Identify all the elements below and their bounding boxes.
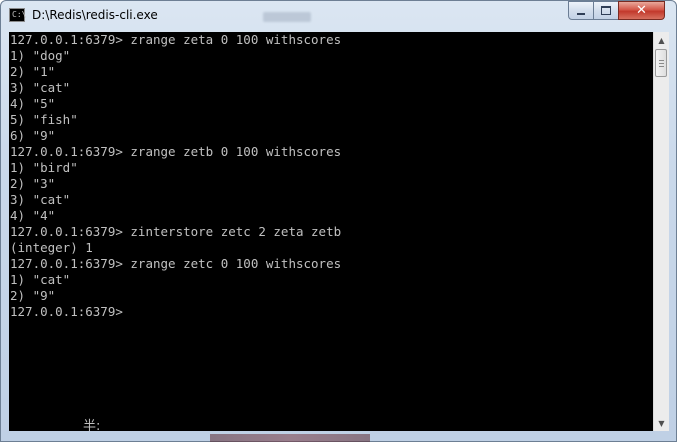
close-icon: ✕ <box>636 3 647 18</box>
console-line: 4) "4" <box>10 208 56 223</box>
minimize-icon <box>577 12 585 15</box>
console-line: 3) "cat" <box>10 192 71 207</box>
scrollbar-grip-icon <box>659 60 664 61</box>
console-line: 127.0.0.1:6379> zrange zetb 0 100 withsc… <box>10 144 342 159</box>
chevron-down-icon: ▼ <box>658 418 665 428</box>
console-prompt-line[interactable]: 127.0.0.1:6379> <box>9 304 653 320</box>
console-line: 1) "cat" <box>10 272 71 287</box>
title-bar[interactable]: C:\ D:\Redis\redis-cli.exe ✕ <box>1 1 676 31</box>
taskbar-peek <box>210 434 370 442</box>
console-line: 1) "dog" <box>10 48 71 63</box>
vertical-scrollbar[interactable]: ▲ ▼ <box>653 32 669 431</box>
minimize-button[interactable] <box>568 1 594 20</box>
scrollbar-grip-icon <box>659 66 664 67</box>
console-line: 2) "3" <box>10 176 56 191</box>
close-button[interactable]: ✕ <box>618 1 665 20</box>
scrollbar-thumb[interactable] <box>655 49 667 77</box>
console-app-icon[interactable]: C:\ <box>9 8 27 22</box>
scroll-up-button[interactable]: ▲ <box>654 32 669 48</box>
window-title: D:\Redis\redis-cli.exe <box>32 8 158 22</box>
console-line: 4) "5" <box>10 96 56 111</box>
chevron-up-icon: ▲ <box>658 35 665 45</box>
maximize-button[interactable] <box>593 1 619 20</box>
console-window: C:\ D:\Redis\redis-cli.exe ✕ 127.0.0.1:6… <box>0 0 677 442</box>
console-line: 1) "bird" <box>10 160 78 175</box>
console-line: 127.0.0.1:6379> zinterstore zetc 2 zeta … <box>10 224 342 239</box>
ime-mode-indicator: 半: <box>83 419 101 431</box>
console-line: (integer) 1 <box>10 240 93 255</box>
title-bar-blur-mark <box>263 12 311 22</box>
scrollbar-grip-icon <box>659 63 664 64</box>
console-line: 6) "9" <box>10 128 56 143</box>
console-line: 3) "cat" <box>10 80 71 95</box>
console-line: 127.0.0.1:6379> zrange zetc 0 100 withsc… <box>10 256 342 271</box>
maximize-icon <box>601 6 611 15</box>
console-line: 5) "fish" <box>10 112 78 127</box>
console-line: 2) "9" <box>10 288 56 303</box>
console-line: 2) "1" <box>10 64 56 79</box>
console-output[interactable]: 127.0.0.1:6379> zrange zeta 0 100 withsc… <box>9 32 653 431</box>
console-line: 127.0.0.1:6379> zrange zeta 0 100 withsc… <box>10 32 342 47</box>
console-app-icon-glyph: C:\ <box>12 10 27 19</box>
scroll-down-button[interactable]: ▼ <box>654 415 669 431</box>
